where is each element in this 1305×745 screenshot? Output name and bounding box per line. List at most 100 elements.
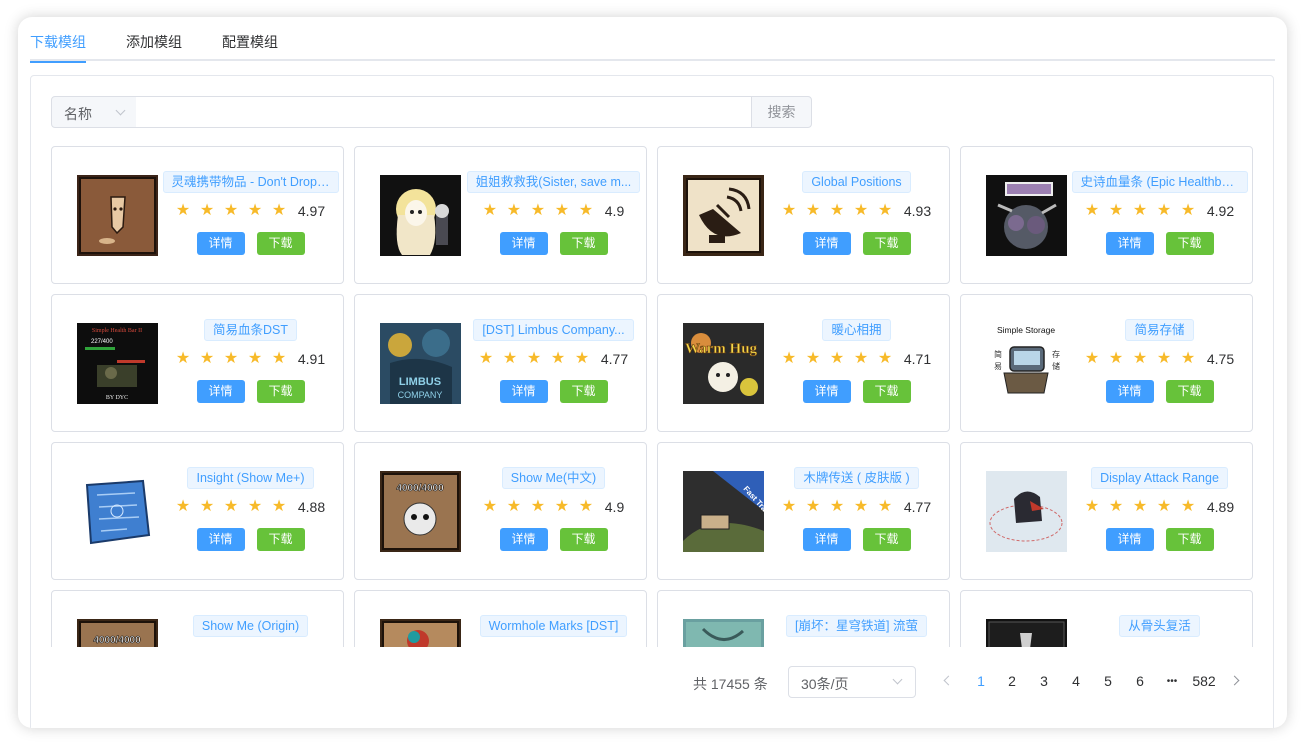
- mod-name-tag[interactable]: Insight (Show Me+): [187, 467, 314, 489]
- download-button[interactable]: 下载: [559, 232, 608, 255]
- rating-score: 4.89: [1206, 499, 1235, 515]
- search-input[interactable]: [136, 96, 752, 128]
- next-page-icon[interactable]: [1229, 675, 1240, 686]
- download-button[interactable]: 下载: [256, 380, 305, 403]
- details-button[interactable]: 详情: [499, 528, 548, 551]
- mod-thumbnail: Fast Travel: [683, 471, 764, 552]
- page-3[interactable]: 3: [1038, 673, 1050, 689]
- mod-info: 灵魂携带物品 - Don't Drop ... ★ ★ ★ ★ ★ 4.97 详情 下载: [162, 171, 339, 255]
- details-button[interactable]: 详情: [802, 528, 851, 551]
- search-field-select[interactable]: 名称: [51, 96, 137, 128]
- star-icon: ★: [175, 350, 191, 367]
- download-button[interactable]: 下载: [862, 528, 911, 551]
- star-icon: ★: [829, 350, 845, 367]
- download-button[interactable]: 下载: [256, 232, 305, 255]
- mod-thumbnail: [986, 471, 1067, 552]
- page-1[interactable]: 1: [975, 673, 987, 689]
- mod-name-tag[interactable]: 简易血条DST: [203, 319, 297, 341]
- star-icon: ★: [1084, 350, 1100, 367]
- star-rating: ★ ★ ★ ★ ★ 4.9: [465, 202, 642, 220]
- page-last[interactable]: 582: [1189, 673, 1219, 689]
- page-2[interactable]: 2: [1006, 673, 1018, 689]
- details-button[interactable]: 详情: [1105, 232, 1154, 255]
- card-actions: 详情 下载: [1071, 232, 1248, 255]
- mod-name-tag[interactable]: Wormhole Marks [DST]: [479, 615, 628, 637]
- star-icon: ★: [223, 498, 239, 515]
- card-actions: 详情 下载: [465, 232, 642, 255]
- search-button[interactable]: 搜索: [751, 96, 812, 128]
- mod-name-tag[interactable]: [DST] Limbus Company...: [473, 319, 634, 341]
- mod-name-tag[interactable]: 姐姐救救我(Sister, save m...: [466, 171, 641, 193]
- mod-info: 从骨头复活: [1071, 615, 1248, 637]
- details-button[interactable]: 详情: [802, 380, 851, 403]
- page-5[interactable]: 5: [1102, 673, 1114, 689]
- star-icon: ★: [530, 498, 546, 515]
- mod-thumbnail: [683, 175, 764, 256]
- mod-card: 4000/4000 Show Me(中文) ★ ★ ★ ★ ★ 4.9 详情 下载: [354, 442, 647, 580]
- mod-name-tag[interactable]: 暖心相拥: [822, 319, 891, 341]
- mod-thumbnail: Warm Hug: [683, 323, 764, 404]
- star-icon: ★: [829, 202, 845, 219]
- mod-grid: 灵魂携带物品 - Don't Drop ... ★ ★ ★ ★ ★ 4.97 详情 下载 姐姐救救…: [51, 146, 1253, 647]
- star-icon: ★: [1132, 202, 1148, 219]
- star-icon: ★: [877, 202, 893, 219]
- star-icon: ★: [805, 498, 821, 515]
- card-actions: 详情 下载: [465, 380, 642, 403]
- mod-name-tag[interactable]: Global Positions: [802, 171, 911, 193]
- mod-name-tag[interactable]: Display Attack Range: [1091, 467, 1228, 489]
- mod-name-tag[interactable]: Show Me (Origin): [192, 615, 309, 637]
- star-icon: ★: [554, 498, 570, 515]
- star-icon: ★: [247, 350, 263, 367]
- details-button[interactable]: 详情: [499, 232, 548, 255]
- page-6[interactable]: 6: [1134, 673, 1146, 689]
- mod-card: 灵魂携带物品 - Don't Drop ... ★ ★ ★ ★ ★ 4.97 详情 下载: [51, 146, 344, 284]
- details-button[interactable]: 详情: [196, 232, 245, 255]
- details-button[interactable]: 详情: [499, 380, 548, 403]
- star-rating: ★ ★ ★ ★ ★ 4.92: [1071, 202, 1248, 220]
- page-4[interactable]: 4: [1070, 673, 1082, 689]
- download-button[interactable]: 下载: [559, 528, 608, 551]
- details-button[interactable]: 详情: [1105, 380, 1154, 403]
- mod-card: Simple Health Bar II 227/400 BY DYC 简易血条DST…: [51, 294, 344, 432]
- star-rating: ★ ★ ★ ★ ★ 4.89: [1071, 498, 1248, 516]
- download-button[interactable]: 下载: [1165, 528, 1214, 551]
- details-button[interactable]: 详情: [196, 528, 245, 551]
- tab-configure-mods[interactable]: 配置模组: [222, 32, 278, 61]
- download-button[interactable]: 下载: [256, 528, 305, 551]
- tab-add-mods[interactable]: 添加模组: [126, 32, 182, 61]
- mod-name-tag[interactable]: 灵魂携带物品 - Don't Drop ...: [162, 171, 339, 193]
- svg-text:存: 存: [1052, 349, 1060, 359]
- svg-text:Simple Storage: Simple Storage: [997, 325, 1055, 335]
- star-rating: ★ ★ ★ ★ ★ 4.75: [1071, 350, 1248, 368]
- mod-name-tag[interactable]: 简易存储: [1125, 319, 1194, 341]
- app-window: 下载模组 添加模组 配置模组 名称 搜索 灵魂携带物品 - Don't Drop…: [18, 17, 1287, 728]
- download-button[interactable]: 下载: [559, 380, 608, 403]
- mod-list-viewport[interactable]: 灵魂携带物品 - Don't Drop ... ★ ★ ★ ★ ★ 4.97 详情 下载 姐姐救救…: [51, 146, 1261, 647]
- prev-page-icon[interactable]: [943, 675, 954, 686]
- mod-thumbnail: Simple Storage 简易 存储: [986, 323, 1067, 404]
- tab-download-mods[interactable]: 下载模组: [30, 32, 86, 63]
- mod-info: Wormhole Marks [DST]: [465, 615, 642, 637]
- details-button[interactable]: 详情: [1105, 528, 1154, 551]
- star-icon: ★: [199, 350, 215, 367]
- star-icon: ★: [805, 350, 821, 367]
- mod-name-tag[interactable]: 木牌传送 ( 皮肤版 ): [794, 467, 919, 489]
- download-button[interactable]: 下载: [1165, 232, 1214, 255]
- mod-name-tag[interactable]: Show Me(中文): [501, 467, 606, 489]
- details-button[interactable]: 详情: [196, 380, 245, 403]
- star-icon: ★: [554, 202, 570, 219]
- mod-name-tag[interactable]: 从骨头复活: [1119, 615, 1200, 637]
- mod-thumbnail: [77, 175, 158, 256]
- more-pages-icon[interactable]: •••: [1161, 676, 1183, 687]
- mod-name-tag[interactable]: 史诗血量条 (Epic Healthba...: [1071, 171, 1248, 193]
- mod-name-tag[interactable]: [崩坏：星穹铁道] 流萤: [786, 615, 927, 637]
- active-tab-indicator: [30, 61, 86, 63]
- mod-card: [崩坏：星穹铁道] 流萤: [657, 590, 950, 647]
- download-button[interactable]: 下载: [862, 232, 911, 255]
- details-button[interactable]: 详情: [802, 232, 851, 255]
- download-button[interactable]: 下载: [1165, 380, 1214, 403]
- mod-card: Fast Travel 木牌传送 ( 皮肤版 ) ★ ★ ★ ★ ★ 4.77 详情下载: [657, 442, 950, 580]
- page-size-select[interactable]: 30条/页: [788, 666, 916, 698]
- download-button[interactable]: 下载: [862, 380, 911, 403]
- mod-card: 史诗血量条 (Epic Healthba... ★ ★ ★ ★ ★ 4.92 详情 下载: [960, 146, 1253, 284]
